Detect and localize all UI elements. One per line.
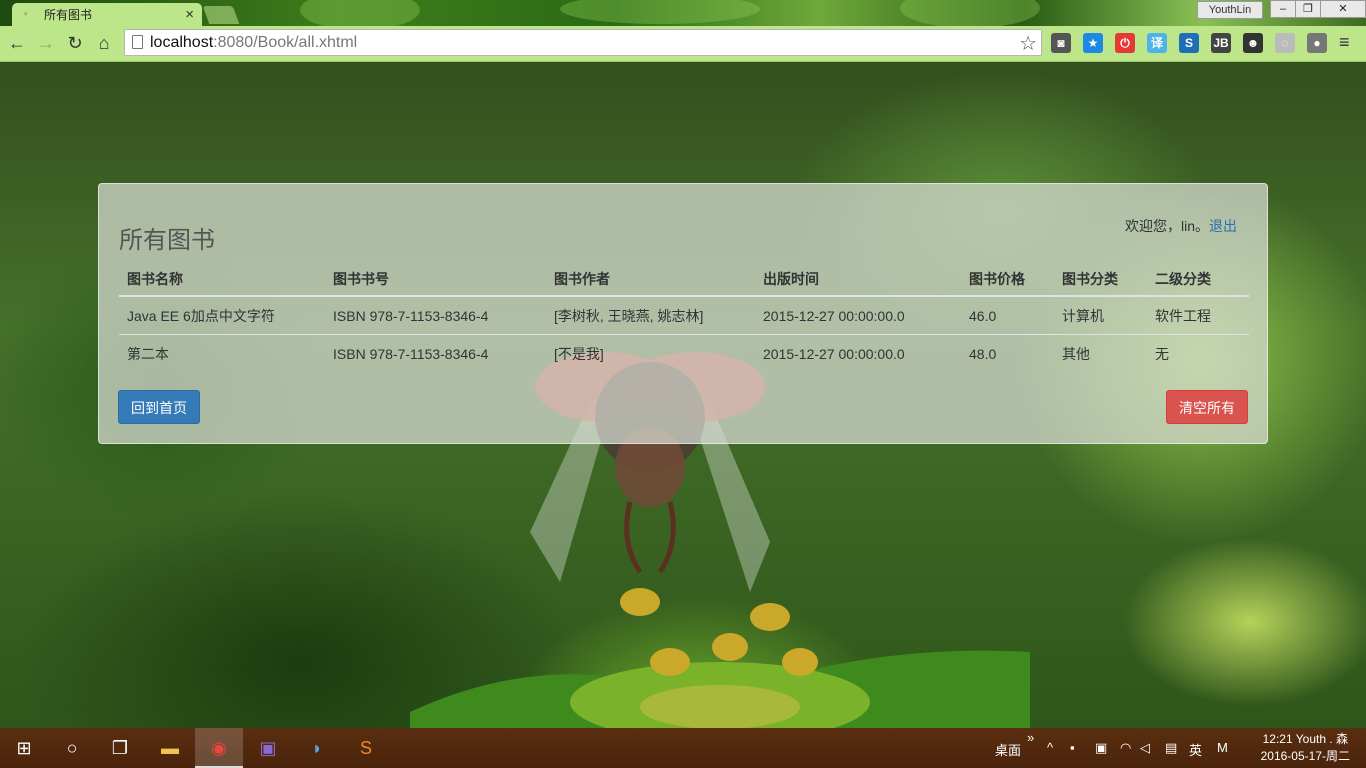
back-button[interactable]: ←: [6, 32, 28, 54]
column-header-author: 图书作者: [546, 262, 755, 297]
cell-isbn: ISBN 978-7-1153-8346-4: [333, 307, 489, 324]
search-icon[interactable]: ○: [48, 728, 96, 768]
drop-extension-icon[interactable]: ●: [1307, 33, 1327, 53]
game-app-icon[interactable]: ▣: [244, 728, 292, 768]
wifi-icon[interactable]: ◠: [1120, 740, 1131, 756]
cell-publish-time: 2015-12-27 00:00:00.0: [755, 334, 961, 372]
reload-button[interactable]: ↻: [64, 32, 86, 54]
ghost-extension-icon[interactable]: ◌: [1275, 33, 1295, 53]
windows-taskbar: ⊞ ○ ❐ ▬ ◉ ▣ ◗ S 桌面 » ^ ▪ ▣ ◠ ◁ ▤ 英 M 12:21 Y…: [0, 728, 1366, 768]
flower-image: [410, 588, 1030, 728]
cell-publish-time: 2015-12-27 00:00:00.0: [763, 307, 905, 324]
books-panel: 所有图书 欢迎您，lin。退出 图书名称 图书书号 图书作者 出版时间 图书价格…: [98, 183, 1268, 444]
chrome-icon[interactable]: ◉: [195, 728, 243, 768]
chevron-double-icon[interactable]: »: [1027, 730, 1034, 745]
avatar-extension-icon[interactable]: ☻: [1243, 33, 1263, 53]
background-leaf: [300, 0, 420, 26]
notification-icon[interactable]: ▤: [1165, 740, 1177, 756]
column-header-publish-time: 出版时间: [755, 262, 961, 297]
tab-close-icon[interactable]: ×: [185, 6, 194, 23]
cell-book-name: Java EE 6加点中文字符: [127, 307, 275, 324]
cell-price: 46.0: [969, 307, 997, 324]
new-tab-button[interactable]: [202, 6, 240, 24]
cell-author: [李树秋, 王晓燕, 姚志林]: [554, 307, 704, 324]
clock-date: 2016-05-17-周二: [1260, 749, 1350, 763]
logout-link[interactable]: 退出: [1209, 218, 1237, 234]
cell-author: [不是我]: [546, 334, 755, 372]
browser-tab-active[interactable]: ▫ 所有图书 ×: [12, 3, 202, 26]
ime-indicator[interactable]: 英: [1189, 740, 1202, 759]
home-button[interactable]: ⌂: [93, 32, 115, 54]
restore-button[interactable]: ❐: [1295, 0, 1321, 18]
table-row: 第二本 ISBN 978-7-1153-8346-4 [不是我] 2015-12…: [119, 334, 1249, 372]
jb-extension-icon[interactable]: JB: [1211, 33, 1231, 53]
cell-isbn: ISBN 978-7-1153-8346-4: [325, 334, 546, 372]
address-bar[interactable]: localhost:8080/Book/all.xhtml ☆: [124, 29, 1042, 56]
column-header-subcategory: 二级分类: [1147, 262, 1249, 297]
ime-mode-indicator[interactable]: M: [1217, 740, 1228, 755]
column-header-isbn: 图书书号: [325, 262, 546, 297]
close-window-button[interactable]: ✕: [1320, 0, 1366, 18]
sublime-text-icon[interactable]: S: [342, 728, 390, 768]
url-text[interactable]: localhost:8080/Book/all.xhtml: [150, 34, 357, 52]
back-home-button[interactable]: 回到首页: [118, 390, 200, 424]
table-row: Java EE 6加点中文字符 ISBN 978-7-1153-8346-4 […: [119, 296, 1249, 335]
welcome-text: 欢迎您，lin。: [1124, 218, 1209, 234]
bookmark-star-icon[interactable]: ☆: [1019, 31, 1037, 56]
desktop-toolbar-label[interactable]: 桌面: [995, 740, 1021, 759]
forward-button[interactable]: →: [35, 32, 57, 54]
table-header-row: 图书名称 图书书号 图书作者 出版时间 图书价格 图书分类 二级分类: [119, 262, 1249, 297]
welcome-message: 欢迎您，lin。退出: [1125, 216, 1237, 236]
cell-subcategory: 软件工程: [1155, 307, 1211, 324]
file-explorer-icon[interactable]: ▬: [146, 728, 194, 768]
column-header-category: 图书分类: [1054, 262, 1147, 297]
clear-all-button[interactable]: 清空所有: [1166, 390, 1248, 424]
page-favicon-icon: ▫: [24, 8, 28, 20]
adblock-icon[interactable]: ⏻: [1115, 33, 1135, 53]
dolphin-app-icon[interactable]: ◗: [293, 728, 341, 768]
profile-button[interactable]: YouthLin: [1197, 1, 1263, 19]
browser-titlebar: ▫ 所有图书 × YouthLin – ❐ ✕: [0, 0, 1366, 26]
cell-category: 其他: [1054, 334, 1147, 372]
volume-icon[interactable]: ◁: [1140, 740, 1150, 756]
cell-category: 计算机: [1062, 307, 1104, 324]
minimize-button[interactable]: –: [1270, 0, 1296, 18]
page-icon: [132, 35, 143, 49]
browser-toolbar: ← → ↻ ⌂ localhost:8080/Book/all.xhtml ☆ …: [0, 26, 1366, 62]
bookmark-star-icon[interactable]: ★: [1083, 33, 1103, 53]
background-leaf: [560, 0, 760, 24]
cell-subcategory: 无: [1147, 334, 1249, 372]
tab-title: 所有图书: [44, 8, 93, 22]
cell-book-name: 第二本: [119, 334, 325, 372]
tray-app-icon[interactable]: ▪: [1070, 740, 1075, 755]
background-leaf: [900, 0, 1040, 26]
taskbar-clock[interactable]: 12:21 Youth . 森 2016-05-17-周二: [1261, 731, 1350, 765]
task-view-icon[interactable]: ❐: [96, 728, 144, 768]
column-header-name: 图书名称: [119, 262, 325, 297]
books-table: 图书名称 图书书号 图书作者 出版时间 图书价格 图书分类 二级分类 Java …: [119, 262, 1249, 372]
page-title: 所有图书: [119, 227, 215, 254]
chrome-menu-icon[interactable]: ≡: [1339, 32, 1350, 53]
tray-overflow-icon[interactable]: ^: [1047, 740, 1053, 755]
translate-icon[interactable]: 译: [1147, 33, 1167, 53]
start-icon[interactable]: ⊞: [0, 728, 48, 768]
s-extension-icon[interactable]: S: [1179, 33, 1199, 53]
pocket-icon[interactable]: ◙: [1051, 33, 1071, 53]
column-header-price: 图书价格: [961, 262, 1054, 297]
cell-price: 48.0: [961, 334, 1054, 372]
tray-app-icon[interactable]: ▣: [1095, 740, 1107, 756]
clock-time: 12:21 Youth . 森: [1262, 732, 1349, 746]
